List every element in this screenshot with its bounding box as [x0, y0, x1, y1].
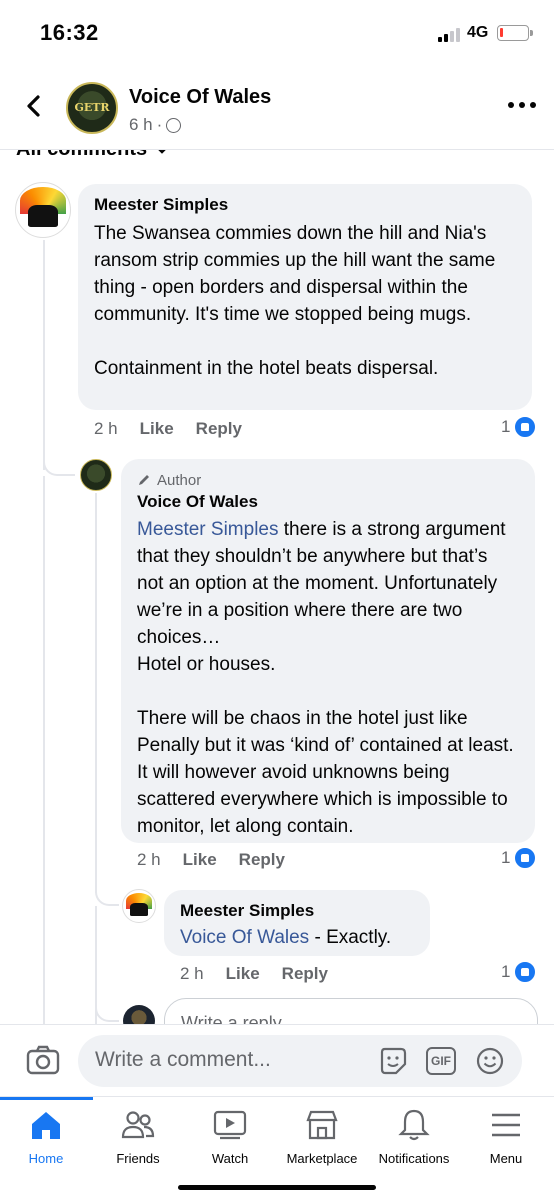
reaction-count[interactable]: 1	[501, 847, 537, 869]
reaction-number: 1	[501, 848, 511, 867]
like-reaction-icon	[514, 416, 537, 438]
reaction-number: 1	[501, 962, 511, 981]
comment-actions: 2 h Like Reply	[137, 850, 285, 870]
thread-connector	[43, 440, 75, 476]
comment-actions: 2 h Like Reply	[94, 419, 242, 439]
thread-line	[43, 476, 45, 1026]
bell-icon	[398, 1109, 430, 1141]
nav-friends[interactable]: Friends	[92, 1107, 184, 1177]
like-reaction-icon	[514, 847, 537, 869]
comment-body: there is a strong argument that they sho…	[137, 519, 514, 837]
comment-composer: Write a comment... GIF	[0, 1024, 554, 1096]
like-reaction-icon	[514, 961, 537, 983]
nav-menu[interactable]: Menu	[460, 1107, 552, 1177]
bottom-nav: Home Friends Watch Marketplace Notificat…	[0, 1096, 554, 1200]
comment-time: 2 h	[180, 964, 204, 983]
signal-icon	[438, 26, 462, 42]
status-bar: 16:32 4G	[0, 0, 554, 66]
reaction-count[interactable]: 1	[501, 416, 537, 438]
home-indicator	[178, 1185, 376, 1190]
thread-line	[95, 493, 97, 893]
mention-link[interactable]: Meester Simples	[137, 519, 279, 540]
meta-separator: ·	[156, 115, 163, 134]
page-avatar[interactable]: GETR	[66, 82, 118, 134]
comment-body: - Exactly.	[309, 927, 392, 948]
back-arrow-icon[interactable]	[22, 94, 46, 118]
nav-label: Friends	[116, 1151, 160, 1166]
comment-author[interactable]: Voice Of Wales	[137, 491, 519, 513]
nav-home[interactable]: Home	[0, 1107, 92, 1177]
nav-label: Home	[28, 1151, 64, 1166]
like-button[interactable]: Like	[183, 850, 217, 870]
comment-bubble: Author Voice Of Wales Meester Simples th…	[121, 459, 535, 843]
comment-input[interactable]: Write a comment... GIF	[78, 1035, 522, 1087]
nav-marketplace[interactable]: Marketplace	[276, 1107, 368, 1177]
camera-icon[interactable]	[26, 1045, 60, 1075]
thread-line	[43, 240, 45, 470]
post-meta: 6 h ·	[129, 115, 182, 135]
page-name[interactable]: Voice Of Wales	[129, 86, 271, 109]
comment-author[interactable]: Meester Simples	[94, 194, 516, 216]
comment-actions: 2 h Like Reply	[180, 964, 328, 984]
menu-icon	[492, 1113, 520, 1137]
sticker-icon[interactable]	[378, 1046, 408, 1076]
commenter-avatar[interactable]	[80, 459, 112, 491]
reply-button[interactable]: Reply	[239, 850, 285, 870]
battery-icon	[497, 25, 533, 41]
comment-time: 2 h	[94, 419, 118, 438]
nav-label: Marketplace	[286, 1151, 358, 1166]
post-header: GETR Voice Of Wales 6 h ·	[0, 66, 554, 150]
nav-active-indicator	[0, 1097, 93, 1100]
page-avatar-logo: GETR	[74, 101, 110, 114]
author-badge: Author	[137, 469, 519, 491]
home-icon	[32, 1112, 60, 1139]
friends-icon	[121, 1111, 155, 1139]
comment-bubble: Meester Simples Voice Of Wales - Exactly…	[164, 890, 430, 956]
emoji-icon[interactable]	[475, 1046, 505, 1076]
reaction-number: 1	[501, 417, 511, 436]
comment-text: Voice Of Wales - Exactly.	[180, 924, 414, 951]
nav-watch[interactable]: Watch	[184, 1107, 276, 1177]
like-button[interactable]: Like	[140, 419, 174, 439]
status-time: 16:32	[40, 20, 99, 45]
comment-bubble: Meester Simples The Swansea commies down…	[78, 184, 532, 410]
network-label: 4G	[467, 24, 489, 41]
marketplace-icon	[306, 1110, 338, 1140]
thread-connector	[95, 870, 119, 906]
like-button[interactable]: Like	[226, 964, 260, 984]
post-time: 6 h	[129, 115, 153, 134]
mention-link[interactable]: Voice Of Wales	[180, 927, 309, 948]
author-badge-label: Author	[157, 471, 202, 489]
commenter-avatar[interactable]	[122, 889, 156, 923]
nav-label: Notifications	[378, 1151, 450, 1166]
reaction-count[interactable]: 1	[501, 961, 537, 983]
reply-button[interactable]: Reply	[196, 419, 242, 439]
commenter-avatar[interactable]	[15, 182, 71, 238]
comment-time: 2 h	[137, 850, 161, 869]
comment-input-placeholder: Write a comment...	[95, 1048, 271, 1071]
comment-author[interactable]: Meester Simples	[180, 900, 414, 922]
reply-button[interactable]: Reply	[282, 964, 328, 984]
nav-notifications[interactable]: Notifications	[368, 1107, 460, 1177]
pencil-icon	[139, 475, 149, 485]
comment-text: Meester Simples there is a strong argume…	[137, 516, 519, 840]
watch-icon	[213, 1110, 247, 1140]
more-options-icon[interactable]	[508, 100, 536, 110]
thread-connector	[95, 990, 119, 1022]
gif-icon[interactable]: GIF	[426, 1047, 456, 1075]
globe-icon	[166, 117, 182, 133]
nav-label: Menu	[489, 1151, 523, 1166]
comment-text: The Swansea commies down the hill and Ni…	[94, 223, 496, 379]
nav-label: Watch	[211, 1151, 249, 1166]
